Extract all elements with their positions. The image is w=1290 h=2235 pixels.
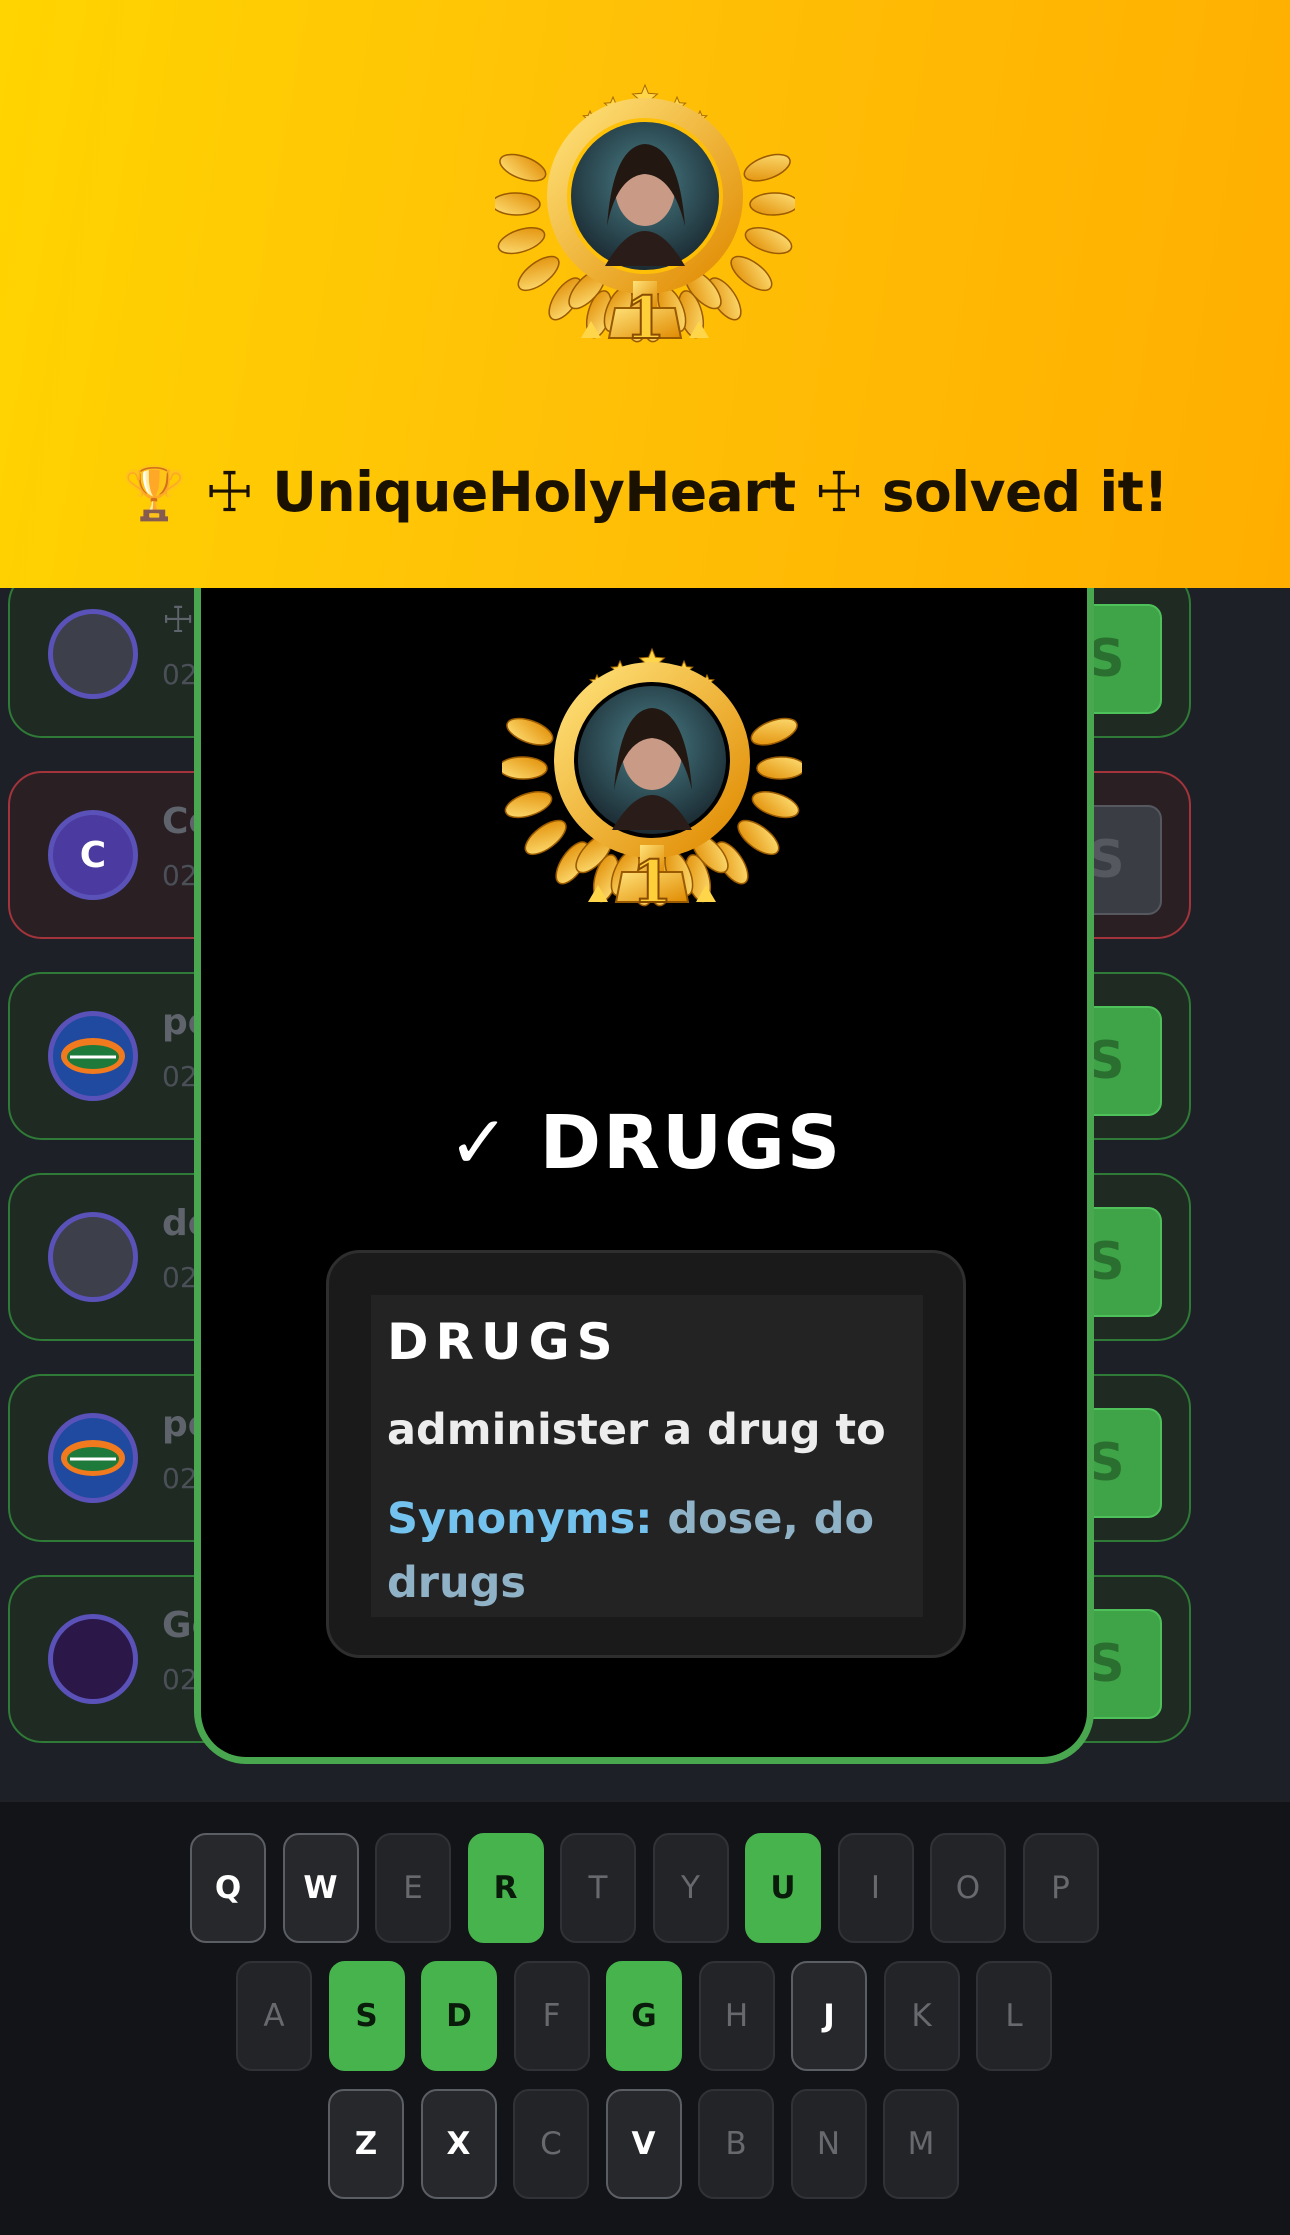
key-k[interactable]: K [883,1961,960,2071]
avatar [48,609,138,699]
key-u[interactable]: U [745,1833,821,1943]
solved-word: ✓ DRUGS [447,1100,843,1186]
key-z[interactable]: Z [328,2089,404,2199]
definition-word: DRUGS [387,1313,620,1371]
key-d[interactable]: D [421,1961,497,2071]
definition-text: administer a drug to [387,1405,886,1455]
key-m[interactable]: M [883,2089,959,2199]
key-h[interactable]: H [698,1961,775,2071]
key-o[interactable]: O [930,1833,1006,1943]
avatar [48,1614,138,1704]
winner-banner-text: ☩ UniqueHolyHeart ☩ solved it! [204,460,1169,524]
svg-text:1: 1 [632,848,672,916]
winner-banner: 1 🏆 ☩ UniqueHolyHeart ☩ solved it! [0,0,1290,588]
key-f[interactable]: F [513,1961,590,2071]
key-t[interactable]: T [560,1833,636,1943]
key-y[interactable]: Y [652,1833,729,1943]
key-l[interactable]: L [976,1961,1052,2071]
winner-medal-icon: 1 [502,640,802,940]
key-p[interactable]: P [1022,1833,1099,1943]
avatar: C [48,810,138,900]
on-screen-keyboard: QWERTYUIOP ASDFGHJKL ZXCVBNM [0,1800,1290,2235]
key-s[interactable]: S [328,1961,405,2071]
key-q[interactable]: Q [190,1833,266,1943]
definition-panel: DRUGS administer a drug to Synonyms: dos… [371,1295,923,1617]
key-w[interactable]: W [282,1833,359,1943]
key-a[interactable]: A [236,1961,312,2071]
definition-card: DRUGS administer a drug to Synonyms: dos… [326,1250,966,1658]
key-r[interactable]: R [467,1833,544,1943]
definition-synonyms: Synonyms: dose, do drugs [387,1487,907,1615]
avatar [48,1212,138,1302]
key-v[interactable]: V [605,2089,682,2199]
synonyms-label: Synonyms: [387,1494,653,1544]
winner-banner-title: 🏆 ☩ UniqueHolyHeart ☩ solved it! [0,460,1290,524]
key-n[interactable]: N [790,2089,867,2199]
key-i[interactable]: I [837,1833,914,1943]
key-c[interactable]: C [513,2089,589,2199]
avatar [48,1413,138,1503]
avatar [48,1011,138,1101]
svg-text:1: 1 [625,284,665,352]
key-x[interactable]: X [420,2089,497,2199]
key-e[interactable]: E [375,1833,451,1943]
game-screen: ☩ UniqueHolyHe02:5DRUGSCCommunity02:53:1… [0,0,1290,2235]
winner-medal-icon: 1 [495,76,795,376]
key-j[interactable]: J [791,1961,867,2071]
key-b[interactable]: B [698,2089,774,2199]
trophy-icon: 🏆 [121,464,187,524]
key-g[interactable]: G [606,1961,682,2071]
